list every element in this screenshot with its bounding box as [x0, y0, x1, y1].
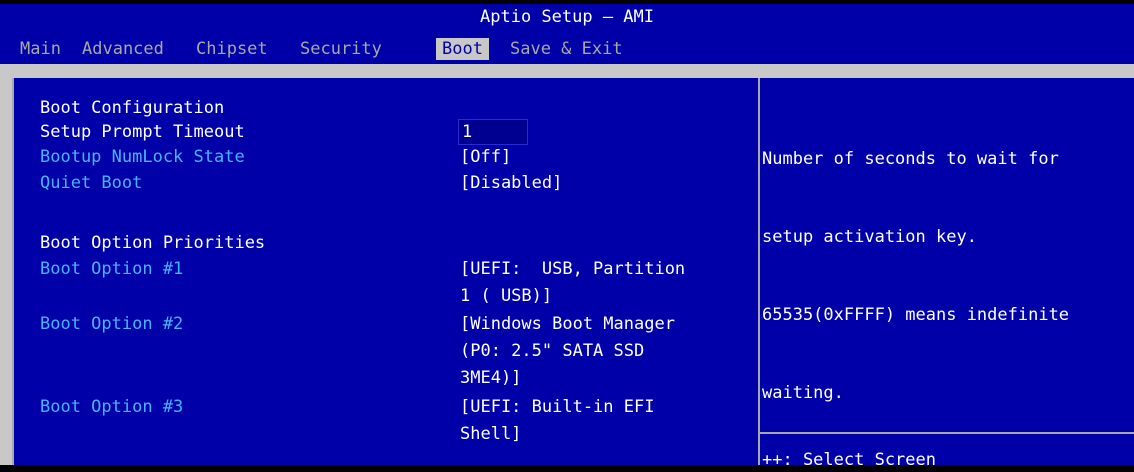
bootup-numlock-value[interactable]: [Off]: [460, 145, 511, 169]
help-text: Number of seconds to wait for setup acti…: [762, 94, 1122, 432]
boot-option-2-value-line-3[interactable]: 3ME4)]: [460, 366, 521, 390]
boot-option-2-label[interactable]: Boot Option #2: [40, 312, 183, 336]
bootup-numlock-label[interactable]: Bootup NumLock State: [40, 145, 245, 169]
help-line-2: setup activation key.: [762, 227, 977, 247]
boot-option-3-value-line-2[interactable]: Shell]: [460, 422, 521, 446]
left-border: [12, 78, 14, 465]
help-line-1: Number of seconds to wait for: [762, 149, 1059, 169]
setup-prompt-timeout-label[interactable]: Setup Prompt Timeout: [40, 120, 245, 144]
panel-divider: [758, 78, 760, 465]
boot-configuration-heading: Boot Configuration: [40, 98, 225, 118]
boot-option-1-value-line-1[interactable]: [UEFI: USB, Partition: [460, 257, 685, 281]
tab-main[interactable]: Main: [14, 38, 67, 60]
help-line-4: waiting.: [762, 383, 844, 403]
quiet-boot-value[interactable]: [Disabled]: [460, 171, 562, 195]
tab-save-exit[interactable]: Save & Exit: [504, 38, 629, 60]
boot-option-2-value-line-2[interactable]: (P0: 2.5" SATA SSD: [460, 339, 644, 363]
boot-option-1-value-line-2[interactable]: 1 ( USB)]: [460, 284, 552, 308]
select-screen-key-hint: ++: Select Screen: [762, 450, 936, 470]
boot-option-3-value-line-1[interactable]: [UEFI: Built-in EFI: [460, 395, 654, 419]
boot-option-3-label[interactable]: Boot Option #3: [40, 395, 183, 419]
boot-option-priorities-heading: Boot Option Priorities: [40, 233, 266, 253]
tab-security[interactable]: Security: [294, 38, 388, 60]
help-divider: [760, 432, 1134, 434]
tab-chipset[interactable]: Chipset: [190, 38, 274, 60]
quiet-boot-label[interactable]: Quiet Boot: [40, 171, 142, 195]
tab-boot[interactable]: Boot: [436, 38, 489, 60]
boot-option-1-label[interactable]: Boot Option #1: [40, 257, 183, 281]
setup-prompt-timeout-value[interactable]: 1: [462, 120, 472, 144]
help-line-3: 65535(0xFFFF) means indefinite: [762, 305, 1070, 325]
window-title: Aptio Setup – AMI: [480, 7, 654, 27]
tab-advanced[interactable]: Advanced: [76, 38, 170, 60]
boot-option-2-value-line-1[interactable]: [Windows Boot Manager: [460, 312, 675, 336]
